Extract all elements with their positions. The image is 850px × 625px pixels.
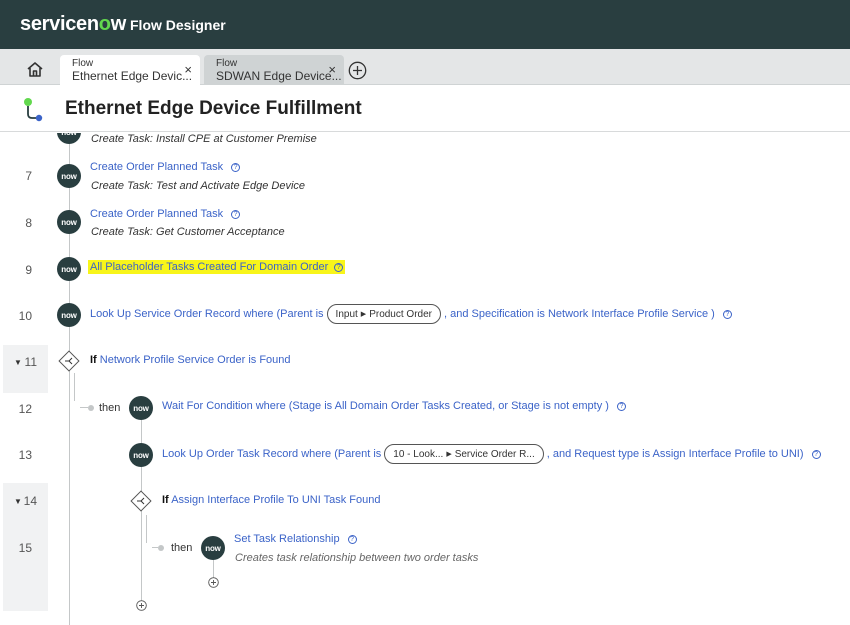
row-number: 11 (24, 355, 37, 369)
branch-connector (74, 373, 75, 401)
info-icon[interactable]: ? (231, 210, 241, 219)
pill-arrow-icon: ▶ (446, 451, 452, 458)
step-11-condition[interactable]: If Network Profile Service Order is Foun… (90, 354, 291, 366)
now-action-icon: now (57, 210, 81, 234)
add-step-icon[interactable] (136, 600, 147, 611)
row-number: 10 (18, 309, 32, 323)
flow-title: Ethernet Edge Device Fulfillment (65, 98, 362, 119)
step-12-title[interactable]: Wait For Condition where (Stage is All D… (162, 400, 626, 412)
branch-dot (88, 405, 94, 411)
branch-connector (146, 515, 147, 543)
row-number: 9 (25, 263, 32, 277)
flow-canvas: now Create Task: Install CPE at Customer… (0, 133, 850, 625)
step-7-description: Create Task: Test and Activate Edge Devi… (91, 180, 306, 192)
branch-dot (158, 545, 164, 551)
close-tab-icon[interactable]: × (184, 63, 192, 77)
row-number: 8 (25, 216, 32, 230)
now-action-icon: now (57, 164, 81, 188)
close-tab-icon[interactable]: × (328, 63, 336, 77)
now-action-icon: now (57, 257, 81, 281)
app-header: servicenow Flow Designer (0, 0, 850, 49)
flow-logic-if-icon (130, 490, 152, 512)
row-number: 12 (18, 402, 32, 416)
step-15-title[interactable]: Set Task Relationship? (234, 533, 357, 545)
tab-ethernet-edge[interactable]: Flow Ethernet Edge Devic... × (60, 55, 200, 85)
main-connector (69, 133, 70, 625)
row-number: 13 (18, 448, 32, 462)
step-8-description: Create Task: Get Customer Acceptance (91, 226, 285, 238)
info-icon[interactable]: ? (616, 402, 626, 411)
now-action-icon: now (201, 536, 225, 560)
row-number: 15 (18, 541, 32, 555)
step-9-title-highlighted[interactable]: All Placeholder Tasks Created For Domain… (88, 260, 346, 274)
tab-sdwan-edge[interactable]: Flow SDWAN Edge Device... × (204, 55, 344, 85)
tab-bar: Flow Ethernet Edge Devic... × Flow SDWAN… (0, 49, 850, 85)
step-6-description: Create Task: Install CPE at Customer Pre… (91, 133, 317, 145)
then-label: then (99, 402, 121, 414)
step-13-title[interactable]: Look Up Order Task Record where (Parent … (162, 444, 821, 464)
app-title: Flow Designer (130, 17, 226, 33)
then-label: then (171, 542, 193, 554)
info-icon[interactable]: ? (811, 449, 821, 459)
row-number: 14 (23, 494, 37, 508)
home-button[interactable] (20, 58, 50, 80)
info-icon[interactable]: ? (231, 163, 241, 172)
step-15-description: Creates task relationship between two or… (235, 552, 479, 564)
servicenow-logo[interactable]: servicenow (20, 13, 126, 36)
home-icon (27, 61, 43, 77)
data-pill-lookup-service-order[interactable]: 10 - Look... ▶ Service Order R... (384, 444, 544, 464)
tab-type: Flow (216, 58, 238, 69)
now-action-icon: now (57, 133, 81, 144)
flow-logic-if-icon (58, 350, 80, 372)
step-7-title[interactable]: Create Order Planned Task? (90, 161, 241, 173)
now-action-icon: now (129, 396, 153, 420)
row-gutter-11 (3, 345, 48, 393)
tab-label: SDWAN Edge Device... (216, 69, 342, 83)
step-14-condition[interactable]: If Assign Interface Profile To UNI Task … (162, 494, 381, 506)
data-pill-input-product-order[interactable]: Input ▶ Product Order (326, 304, 441, 324)
info-icon[interactable]: ? (334, 263, 344, 272)
add-tab-icon[interactable] (348, 61, 367, 80)
info-icon[interactable]: ? (347, 535, 357, 544)
branch-connector (80, 407, 88, 408)
pill-arrow-icon: ▶ (360, 311, 367, 318)
tab-label: Ethernet Edge Devic... (72, 69, 193, 83)
step-10-title[interactable]: Look Up Service Order Record where (Pare… (90, 304, 732, 324)
flow-icon (24, 98, 43, 122)
tab-type: Flow (72, 58, 94, 69)
info-icon[interactable]: ? (722, 309, 732, 319)
add-step-icon[interactable] (208, 577, 219, 588)
row-number: 7 (25, 169, 32, 183)
step-8-title[interactable]: Create Order Planned Task? (90, 208, 241, 220)
now-action-icon: now (129, 443, 153, 467)
flow-title-bar: Ethernet Edge Device Fulfillment (0, 85, 850, 132)
now-action-icon: now (57, 303, 81, 327)
